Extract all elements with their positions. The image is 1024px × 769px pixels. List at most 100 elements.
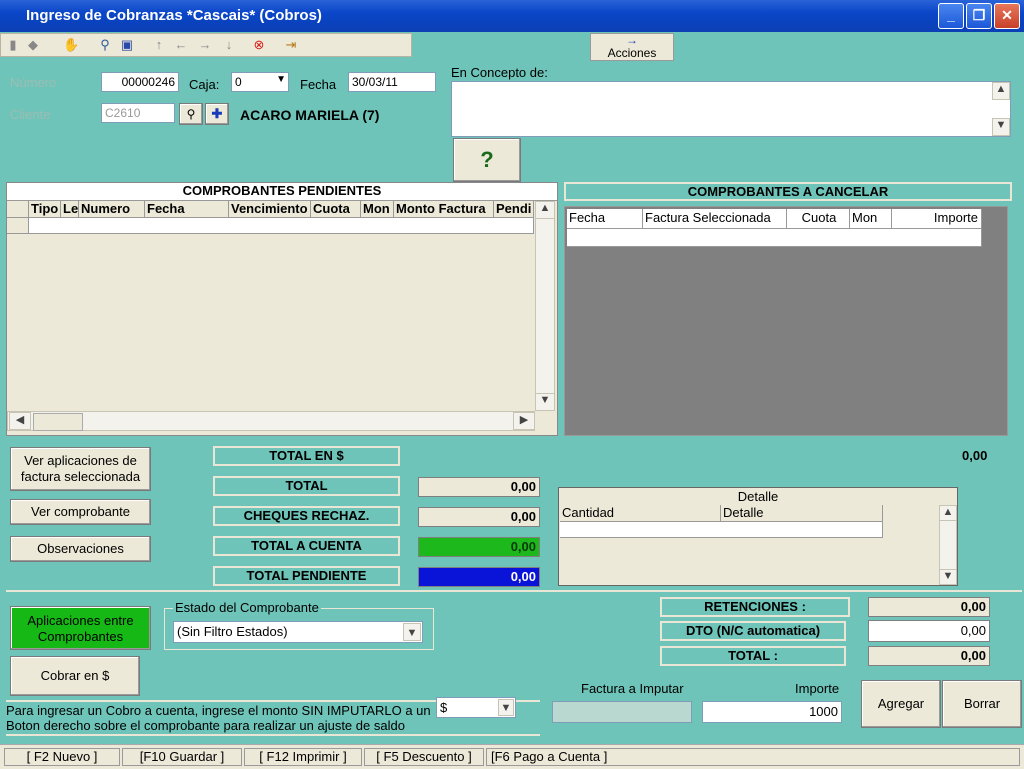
cliente-name: ACARO MARIELA (7): [240, 107, 380, 123]
vertical-scrollbar[interactable]: [535, 201, 555, 411]
minimize-button[interactable]: _: [938, 3, 964, 29]
total-value: 0,00: [418, 477, 540, 497]
row-selector[interactable]: [7, 218, 29, 234]
cancelar-total: 0,00: [962, 448, 988, 463]
factura-imputar-label: Factura a Imputar: [581, 681, 684, 696]
importe-label: Importe: [795, 681, 840, 696]
estado-label: Estado del Comprobante: [173, 600, 321, 615]
cobrar-button[interactable]: Cobrar en $: [10, 656, 140, 696]
status-pago-cuenta[interactable]: [F6 Pago a Cuenta ]: [486, 748, 1020, 766]
cliente-code-field[interactable]: C2610: [101, 103, 175, 123]
cuenta-label: TOTAL A CUENTA: [213, 536, 400, 556]
col-factura-seleccionada[interactable]: Factura Seleccionada: [643, 209, 787, 229]
status-bar: [ F2 Nuevo ] [F10 Guardar ] [ F12 Imprim…: [0, 744, 1024, 769]
status-descuento[interactable]: [ F5 Descuento ]: [364, 748, 484, 766]
arrow-left-icon[interactable]: ←: [173, 37, 189, 53]
scroll-up-icon[interactable]: ▲: [992, 82, 1010, 100]
toolbar: ▮ ◆ ✋ ⚲ ▣ ↑ ← → ↓ ⊗ ⇥: [0, 33, 412, 57]
arrow-down-icon[interactable]: ↓: [221, 37, 237, 53]
add-icon[interactable]: ✚: [205, 103, 229, 125]
horizontal-scrollbar[interactable]: [7, 411, 535, 431]
caja-value: 0: [235, 75, 242, 89]
caja-select[interactable]: 0 ▼: [231, 72, 289, 92]
chevron-down-icon: ▼: [498, 699, 514, 716]
save-icon[interactable]: ▣: [119, 37, 135, 53]
ver-aplicaciones-button[interactable]: Ver aplicaciones de factura seleccionada: [10, 447, 151, 491]
help-icon: ?: [480, 147, 494, 172]
col-fecha[interactable]: Fecha: [567, 209, 643, 229]
scroll-down-icon[interactable]: ▼: [992, 118, 1010, 136]
concepto-label: En Concepto de:: [451, 65, 548, 80]
cancel-icon[interactable]: ⊗: [251, 37, 267, 53]
arrow-right-icon: →: [626, 33, 638, 47]
table-row[interactable]: [29, 218, 534, 234]
status-imprimir[interactable]: [ F12 Imprimir ]: [244, 748, 362, 766]
maximize-button[interactable]: ❐: [966, 3, 992, 29]
borrar-button[interactable]: Borrar: [942, 680, 1022, 728]
scroll-up-icon[interactable]: ▲: [535, 201, 555, 219]
pendientes-title: COMPROBANTES PENDIENTES: [7, 183, 557, 201]
ver-comprobante-button[interactable]: Ver comprobante: [10, 499, 151, 525]
col-tipo[interactable]: Tipo: [29, 201, 61, 218]
status-guardar[interactable]: [F10 Guardar ]: [122, 748, 242, 766]
dto-field[interactable]: 0,00: [868, 620, 990, 642]
cancelar-grid: Fecha Factura Seleccionada Cuota Mon Imp…: [564, 206, 1008, 436]
scroll-thumb[interactable]: [33, 413, 83, 431]
table-row[interactable]: [567, 229, 982, 247]
caja-label: Caja:: [189, 77, 220, 92]
window-title: Ingreso de Cobranzas *Cascais* (Cobros): [26, 7, 322, 24]
estado-select[interactable]: (Sin Filtro Estados) ▼: [173, 621, 423, 643]
table-row[interactable]: [560, 522, 883, 538]
col-detalle[interactable]: Detalle: [721, 505, 883, 522]
hand-icon[interactable]: ✋: [63, 37, 79, 53]
aplicaciones-entre-button[interactable]: Aplicaciones entre Comprobantes: [10, 606, 151, 650]
right-total-label: TOTAL :: [660, 646, 846, 666]
importe-field[interactable]: 1000: [702, 701, 842, 723]
col-cuota[interactable]: Cuota: [311, 201, 361, 218]
estado-value: (Sin Filtro Estados): [177, 624, 288, 639]
divider: [6, 590, 1022, 592]
new-doc-icon[interactable]: ▮: [5, 37, 21, 53]
pendiente-label: TOTAL PENDIENTE: [213, 566, 400, 586]
col-numero[interactable]: Numero: [79, 201, 145, 218]
search-icon[interactable]: ⚲: [97, 37, 113, 53]
scroll-down-icon[interactable]: ▼: [939, 569, 957, 585]
scroll-left-icon[interactable]: ◀: [9, 412, 31, 430]
col-pendiente[interactable]: Pendi: [494, 201, 534, 218]
col-vencimiento[interactable]: Vencimiento: [229, 201, 311, 218]
status-nuevo[interactable]: [ F2 Nuevo ]: [4, 748, 120, 766]
concepto-textarea[interactable]: ▲ ▼: [451, 81, 1011, 137]
close-button[interactable]: ✕: [994, 3, 1020, 29]
col-mon[interactable]: Mon: [850, 209, 892, 229]
col-mon[interactable]: Mon: [361, 201, 394, 218]
col-importe[interactable]: Importe: [892, 209, 982, 229]
scroll-right-icon[interactable]: ▶: [513, 412, 535, 430]
help-button[interactable]: ?: [453, 138, 521, 182]
col-le[interactable]: Le: [61, 201, 79, 218]
binoculars-icon[interactable]: ⚲: [179, 103, 203, 125]
scroll-up-icon[interactable]: ▲: [939, 505, 957, 521]
arrow-right-icon[interactable]: →: [197, 37, 213, 53]
exit-icon[interactable]: ⇥: [283, 37, 299, 53]
scroll-down-icon[interactable]: ▼: [535, 393, 555, 411]
col-cantidad[interactable]: Cantidad: [560, 505, 721, 522]
acciones-label: Acciones: [607, 46, 657, 60]
numero-field[interactable]: 00000246: [101, 72, 179, 92]
cheques-label: CHEQUES RECHAZ.: [213, 506, 400, 526]
currency-select[interactable]: $ ▼: [436, 697, 516, 718]
dto-label: DTO (N/C automatica): [660, 621, 846, 641]
chevron-down-icon: ▼: [403, 623, 421, 641]
arrow-up-icon[interactable]: ↑: [151, 37, 167, 53]
col-cuota[interactable]: Cuota: [787, 209, 850, 229]
agregar-button[interactable]: Agregar: [861, 680, 941, 728]
factura-imputar-field[interactable]: [552, 701, 692, 723]
cuenta-value: 0,00: [418, 537, 540, 557]
acciones-button[interactable]: → Acciones: [590, 33, 674, 61]
fecha-field[interactable]: 30/03/11: [348, 72, 436, 92]
shield-icon[interactable]: ◆: [25, 37, 41, 53]
observaciones-button[interactable]: Observaciones: [10, 536, 151, 562]
col-fecha[interactable]: Fecha: [145, 201, 229, 218]
currency-value: $: [440, 700, 448, 715]
total-label: TOTAL: [213, 476, 400, 496]
col-monto-factura[interactable]: Monto Factura: [394, 201, 494, 218]
